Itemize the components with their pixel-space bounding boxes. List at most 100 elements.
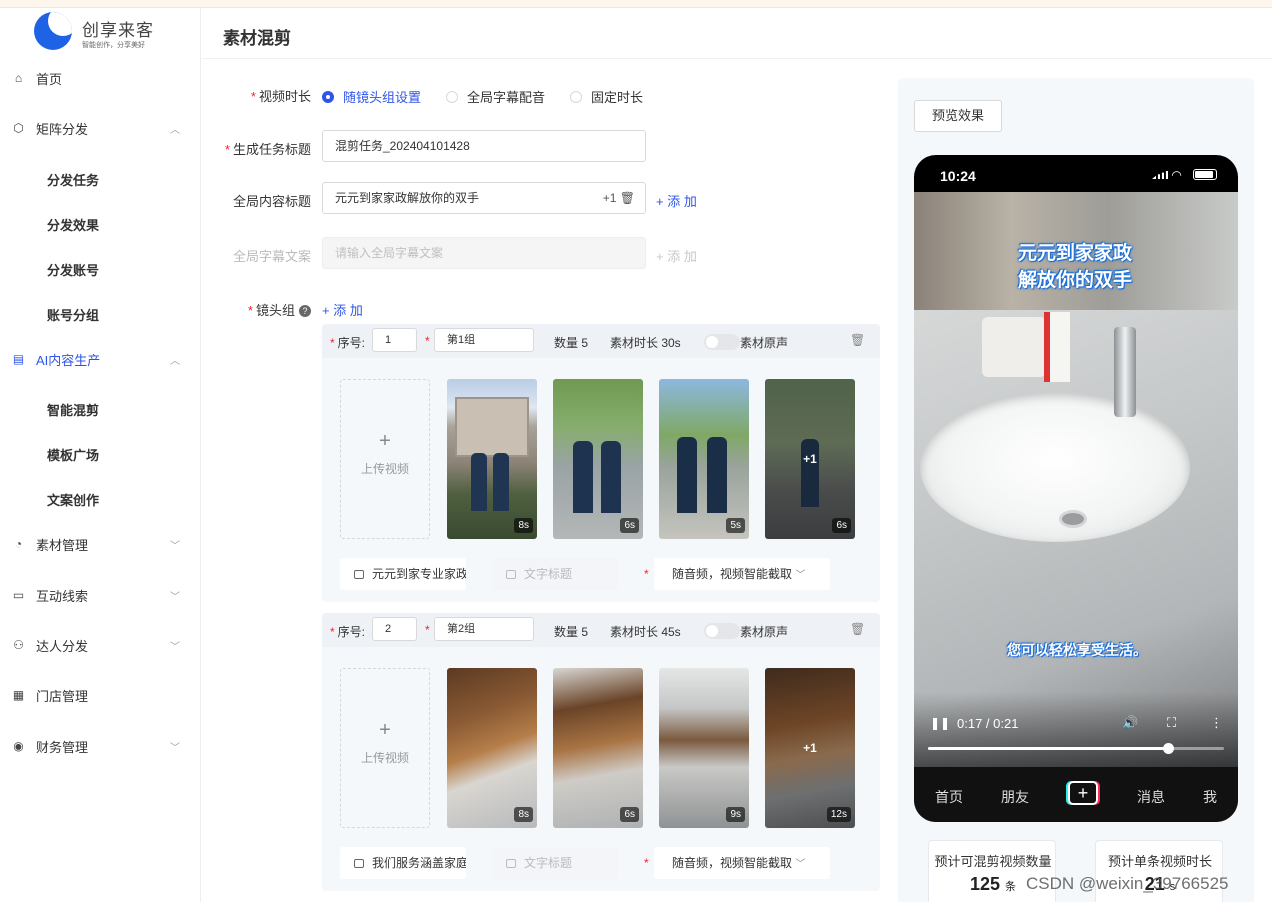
chevron-up-icon: ︿ [170, 355, 180, 367]
sidebar-subitem-copywriting[interactable]: 文案创作 [47, 490, 99, 509]
trash-icon[interactable]: 🗑 [620, 191, 635, 205]
shot-text-select[interactable]: 我们服务涵盖家庭保洁 [340, 847, 466, 879]
cube-icon: ⬡ [13, 121, 24, 135]
radio-global-subtitle[interactable]: 全局字幕配音 [446, 87, 545, 106]
sidebar-subitem-smart-mix[interactable]: 智能混剪 [47, 400, 99, 419]
group-name-input[interactable]: 第1组 [434, 328, 534, 352]
video-thumbnail[interactable]: 9s [659, 668, 749, 828]
sidebar-subitem-dispatch-effect[interactable]: 分发效果 [47, 215, 99, 234]
shot-group-1: * 序号: 1 * 第1组 数量 5 素材时长 30s 素材原声 🗑 + 上传视频… [322, 324, 880, 602]
subtitle-copy-label: 全局字幕文案 [232, 249, 311, 264]
upload-video-button[interactable]: + 上传视频 [340, 379, 430, 539]
phone-tab-create[interactable]: + [1068, 781, 1098, 805]
video-progress-bar[interactable] [928, 743, 1224, 754]
pause-icon[interactable]: ❚❚ [930, 716, 950, 730]
audio-mode-select[interactable]: 随音频，视频智能截取 ﹀ [654, 558, 830, 590]
video-thumbnail[interactable]: 8s [447, 668, 537, 828]
preview-effect-button[interactable]: 预览效果 [914, 100, 1002, 132]
home-icon: ⌂ [14, 71, 23, 85]
text-title-input[interactable]: 文字标题 [492, 558, 618, 590]
video-progress-knob[interactable] [1162, 743, 1174, 754]
fullscreen-icon[interactable]: ⛶ [1167, 715, 1176, 731]
chat-icon: ▭ [12, 588, 25, 602]
sidebar-subitem-account-group[interactable]: 账号分组 [47, 305, 99, 324]
app-logo[interactable]: 创享来客 智能创作，分享美好 [34, 12, 174, 56]
sidebar-item-leads[interactable]: ▭ 互动线索 ﹀ [0, 575, 200, 615]
delete-group-icon[interactable]: 🗑 [850, 333, 865, 347]
duration-badge: 6s [620, 518, 639, 533]
audio-mode-required: * [644, 567, 649, 581]
video-thumbnail[interactable]: +1 6s [765, 379, 855, 539]
chevron-down-icon: ﹀ [795, 859, 806, 870]
sidebar-item-influencer[interactable]: ⚇ 达人分发 ﹀ [0, 625, 200, 665]
chevron-down-icon: ﹀ [170, 540, 180, 552]
sidebar-subitem-dispatch-task[interactable]: 分发任务 [47, 170, 99, 189]
audio-mode-select[interactable]: 随音频，视频智能截取 ﹀ [654, 847, 830, 879]
group-name-required: * [425, 334, 430, 348]
person-shape [573, 441, 593, 513]
phone-preview: 10:24 ◠ 元元到家家政解放你的双手 您可以轻松享受生活。 ❚❚ 0:17 … [914, 155, 1238, 822]
video-thumbnail[interactable]: 6s [553, 668, 643, 828]
phone-tab-messages[interactable]: 消息 [1137, 787, 1165, 807]
volume-icon[interactable]: 🔊 [1122, 715, 1138, 731]
sidebar-item-ai-content[interactable]: ▤ AI内容生产 ︿ [0, 339, 200, 379]
upload-video-label: 上传视频 [360, 462, 409, 476]
text-title-icon [506, 859, 516, 868]
status-time: 10:24 [940, 168, 976, 184]
sidebar-subitem-dispatch-account[interactable]: 分发账号 [47, 260, 99, 279]
upload-video-button[interactable]: + 上传视频 [340, 668, 430, 828]
sidebar-item-matrix[interactable]: ⬡ 矩阵分发 ︿ [0, 108, 200, 148]
shot-group-header: * 序号: 1 * 第1组 数量 5 素材时长 30s 素材原声 🗑 [322, 324, 880, 358]
sidebar-item-materials[interactable]: ◔ 素材管理 ﹀ [0, 524, 200, 564]
phone-tab-bar: 首页 朋友 + 消息 我 [914, 767, 1238, 822]
original-audio-toggle[interactable] [704, 623, 740, 639]
phone-tab-friends[interactable]: 朋友 [1001, 787, 1029, 807]
radio-by-shot-group[interactable]: 随镜头组设置 [322, 87, 421, 106]
group-name-input[interactable]: 第2组 [434, 617, 534, 641]
video-frame[interactable]: 元元到家家政解放你的双手 您可以轻松享受生活。 ❚❚ 0:17 / 0:21 🔊… [914, 192, 1238, 767]
shot-text-select[interactable]: 元元到家专业家政 [340, 558, 466, 590]
seq-input[interactable]: 1 [372, 328, 417, 352]
sidebar-item-store[interactable]: ▦ 门店管理 [0, 675, 200, 715]
sidebar-item-finance[interactable]: ◉ 财务管理 ﹀ [0, 726, 200, 766]
add-shot-group-button[interactable]: + 添 加 [322, 300, 363, 319]
task-title-label: * 生成任务标题 [224, 142, 311, 157]
sidebar-item-home[interactable]: ⌂ 首页 [0, 58, 200, 98]
video-thumbnail[interactable]: +1 12s [765, 668, 855, 828]
video-caption-top: 元元到家家政解放你的双手 [1017, 243, 1132, 291]
video-thumbnail[interactable]: 8s [447, 379, 537, 539]
original-audio-toggle[interactable] [704, 334, 740, 350]
signal-icon [1152, 171, 1168, 179]
duration-badge: 8s [514, 518, 533, 533]
add-subtitle-copy-button[interactable]: + 添 加 [656, 246, 697, 265]
csdn-watermark: CSDN @weixin_39766525 [1026, 874, 1229, 893]
upload-video-label: 上传视频 [360, 751, 409, 765]
phone-tab-me[interactable]: 我 [1203, 787, 1217, 807]
text-title-input[interactable]: 文字标题 [492, 847, 618, 879]
person-shape [707, 437, 727, 513]
add-content-title-button[interactable]: + 添 加 [656, 191, 697, 210]
content-title-input[interactable]: 元元到家家政解放你的双手 +1 🗑 [322, 182, 646, 214]
toothpaste-shape [1044, 312, 1070, 382]
duration-badge: 8s [514, 807, 533, 822]
task-title-input[interactable]: 混剪任务_202404101428 [322, 130, 646, 162]
circle-icon: ◔ [14, 537, 23, 551]
video-thumbnail[interactable]: 5s [659, 379, 749, 539]
sidebar-subitem-template-square[interactable]: 模板广场 [47, 445, 99, 464]
subtitle-copy-input[interactable]: 请输入全局字幕文案 [322, 237, 646, 269]
video-thumbnail[interactable]: 6s [553, 379, 643, 539]
sidebar: 创享来客 智能创作，分享美好 ⌂ 首页 ⬡ 矩阵分发 ︿ 分发任务 分发效果 分… [0, 8, 201, 902]
material-duration: 素材时长 45s [610, 625, 681, 639]
phone-tab-home[interactable]: 首页 [935, 787, 963, 807]
delete-group-icon[interactable]: 🗑 [850, 622, 865, 636]
radio-dot [446, 90, 458, 103]
seq-input[interactable]: 2 [372, 617, 417, 641]
material-count: 数量 5 [554, 625, 589, 639]
sidebar-item-label: 达人分发 [36, 638, 89, 654]
radio-fixed-duration[interactable]: 固定时长 [570, 87, 643, 106]
original-audio-label: 素材原声 [740, 336, 789, 350]
person-shape [601, 441, 621, 513]
help-icon[interactable]: ? [299, 305, 311, 317]
more-options-icon[interactable]: ⋮ [1210, 715, 1223, 731]
faucet-shape [1114, 327, 1136, 417]
